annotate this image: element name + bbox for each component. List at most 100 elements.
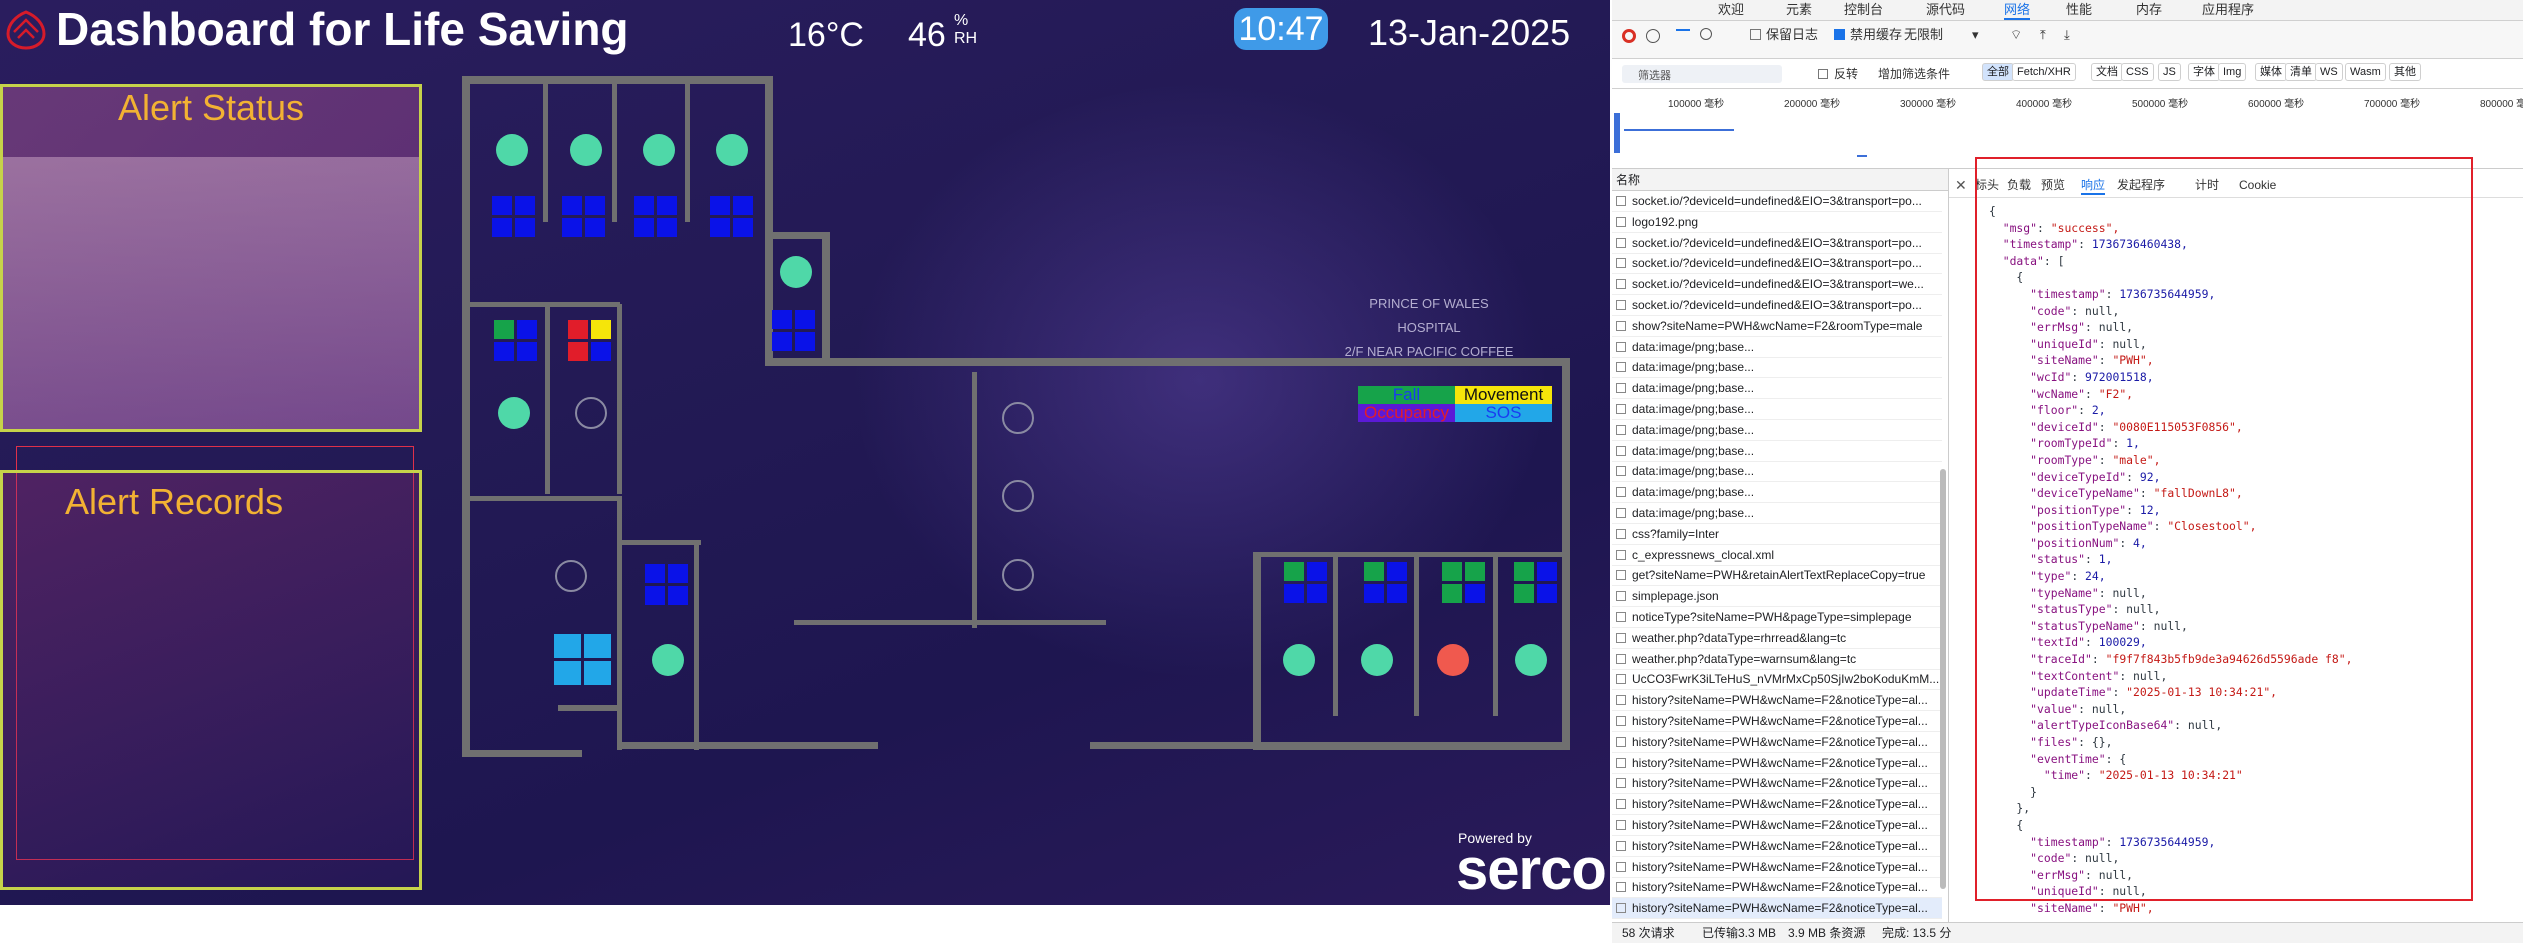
request-row[interactable]: history?siteName=PWH&wcName=F2&noticeTyp…	[1612, 732, 1942, 753]
stall-status-ok[interactable]	[780, 256, 812, 288]
stall-status-inactive[interactable]	[555, 560, 587, 592]
filter-type-6[interactable]: Img	[2218, 63, 2247, 81]
devtools-tab[interactable]: 源代码	[1926, 0, 1965, 20]
stall-status-inactive[interactable]	[1002, 559, 1034, 591]
request-row[interactable]: weather.php?dataType=rhrread&lang=tc	[1612, 628, 1942, 649]
sensor-block[interactable]	[1442, 562, 1486, 604]
devtools-tab[interactable]: 欢迎	[1718, 0, 1744, 20]
sensor-block[interactable]	[1364, 562, 1408, 604]
request-row[interactable]: data:image/png;base...	[1612, 482, 1942, 504]
filter-type-4[interactable]: JS	[2158, 63, 2181, 81]
close-icon[interactable]: ✕	[1955, 177, 1967, 194]
chevron-down-icon[interactable]: ▾	[1972, 25, 1979, 45]
request-row[interactable]: data:image/png;base...	[1612, 503, 1942, 524]
request-row[interactable]: data:image/png;base...	[1612, 420, 1942, 441]
sensor-block[interactable]	[562, 196, 606, 238]
request-row[interactable]: css?family=Inter	[1612, 524, 1942, 545]
invert-checkbox[interactable]	[1818, 69, 1828, 79]
record-icon[interactable]	[1622, 29, 1636, 43]
filter-type-2[interactable]: 文档	[2091, 63, 2123, 81]
filter-type-11[interactable]: 其他	[2389, 63, 2421, 81]
wifi-icon[interactable]: ⌔	[2010, 25, 2022, 45]
request-row[interactable]: history?siteName=PWH&wcName=F2&noticeTyp…	[1612, 836, 1942, 857]
devtools-tab[interactable]: 性能	[2066, 0, 2092, 20]
sensor-block[interactable]	[772, 310, 816, 352]
sensor-block[interactable]	[492, 196, 536, 238]
filter-input[interactable]: 筛选器	[1638, 67, 1671, 83]
request-row[interactable]: UcCO3FwrK3iLTeHuS_nVMrMxCp50SjIw2boKoduK…	[1612, 669, 1942, 691]
sensor-block[interactable]	[634, 196, 678, 238]
devtools-tab[interactable]: 应用程序	[2202, 0, 2254, 20]
stall-status-inactive[interactable]	[1002, 480, 1034, 512]
clear-icon[interactable]	[1646, 29, 1660, 43]
filter-type-7[interactable]: 媒体	[2255, 63, 2287, 81]
stall-status-ok[interactable]	[643, 134, 675, 166]
request-row[interactable]: data:image/png;base...	[1612, 378, 1942, 400]
request-row[interactable]: data:image/png;base...	[1612, 441, 1942, 462]
request-row[interactable]: socket.io/?deviceId=undefined&EIO=3&tran…	[1612, 253, 1942, 275]
sensor-block[interactable]	[494, 320, 538, 362]
request-row[interactable]: history?siteName=PWH&wcName=F2&noticeTyp…	[1612, 857, 1942, 878]
request-row[interactable]: data:image/png;base...	[1612, 399, 1942, 420]
filter-type-1[interactable]: Fetch/XHR	[2012, 63, 2076, 81]
stall-status-ok[interactable]	[652, 644, 684, 676]
request-row[interactable]: data:image/png;base...	[1612, 357, 1942, 379]
sensor-block[interactable]	[710, 196, 754, 238]
stall-status-ok[interactable]	[716, 134, 748, 166]
stall-status-inactive[interactable]	[1002, 402, 1034, 434]
request-row[interactable]: history?siteName=PWH&wcName=F2&noticeTyp…	[1612, 753, 1942, 774]
request-row[interactable]: history?siteName=PWH&wcName=F2&noticeTyp…	[1612, 711, 1942, 732]
request-row[interactable]: socket.io/?deviceId=undefined&EIO=3&tran…	[1612, 295, 1942, 316]
request-row[interactable]: history?siteName=PWH&wcName=F2&noticeTyp…	[1612, 794, 1942, 816]
devtools-tab[interactable]: 内存	[2136, 0, 2162, 20]
request-row[interactable]: weather.php?dataType=warnsum&lang=tc	[1612, 649, 1942, 670]
download-icon[interactable]: ⤓	[2064, 25, 2070, 45]
stall-status-inactive[interactable]	[575, 397, 607, 429]
request-row[interactable]: socket.io/?deviceId=undefined&EIO=3&tran…	[1612, 233, 1942, 254]
scrollbar[interactable]	[1940, 469, 1946, 889]
search-icon[interactable]	[1700, 28, 1712, 40]
request-row[interactable]: data:image/png;base...	[1612, 337, 1942, 358]
filter-type-0[interactable]: 全部	[1982, 63, 2014, 81]
stall-status-ok[interactable]	[1283, 644, 1315, 676]
filter-type-9[interactable]: WS	[2315, 63, 2343, 81]
request-row[interactable]: simplepage.json	[1612, 586, 1942, 608]
devtools-tab[interactable]: 元素	[1786, 0, 1812, 20]
devtools-tab[interactable]: 网络	[2004, 0, 2031, 20]
request-row[interactable]: socket.io/?deviceId=undefined&EIO=3&tran…	[1612, 274, 1942, 296]
request-row[interactable]: history?siteName=PWH&wcName=F2&noticeTyp…	[1612, 690, 1942, 712]
request-row[interactable]: history?siteName=PWH&wcName=F2&noticeTyp…	[1612, 877, 1942, 899]
sensor-block[interactable]	[1284, 562, 1328, 604]
preserve-log-checkbox[interactable]	[1750, 29, 1761, 40]
filter-type-8[interactable]: 清单	[2285, 63, 2317, 81]
stall-status-alert[interactable]	[1437, 644, 1469, 676]
sensor-block[interactable]	[645, 564, 689, 606]
sos-button-block[interactable]	[554, 634, 612, 686]
more-filters-button[interactable]: 增加筛选条件	[1878, 64, 1950, 84]
request-row[interactable]: history?siteName=PWH&wcName=F2&noticeTyp…	[1612, 898, 1942, 920]
request-row[interactable]: noticeType?siteName=PWH&pageType=simplep…	[1612, 607, 1942, 628]
request-row[interactable]: logo192.png	[1612, 212, 1942, 233]
request-row[interactable]: history?siteName=PWH&wcName=F2&noticeTyp…	[1612, 773, 1942, 795]
request-row[interactable]: data:image/png;base...	[1612, 461, 1942, 483]
stall-status-ok[interactable]	[1361, 644, 1393, 676]
upload-icon[interactable]: ⤒	[2040, 25, 2046, 45]
throttle-select[interactable]: 无限制	[1904, 25, 1943, 45]
request-row[interactable]: show?siteName=PWH&wcName=F2&roomType=mal…	[1612, 316, 1942, 337]
name-column-header[interactable]: 名称	[1612, 169, 1948, 191]
filter-type-5[interactable]: 字体	[2188, 63, 2220, 81]
stall-status-ok[interactable]	[496, 134, 528, 166]
filter-type-10[interactable]: Wasm	[2345, 63, 2386, 81]
request-row[interactable]: history?siteName=PWH&wcName=F2&noticeTyp…	[1612, 815, 1942, 836]
filter-icon[interactable]	[1676, 29, 1690, 41]
stall-status-ok[interactable]	[498, 397, 530, 429]
disable-cache-checkbox[interactable]	[1834, 29, 1845, 40]
filter-type-3[interactable]: CSS	[2121, 63, 2154, 81]
devtools-tab[interactable]: 控制台	[1844, 0, 1883, 20]
request-row[interactable]: c_expressnews_clocal.xml	[1612, 545, 1942, 566]
filter-input-box[interactable]: 筛选器	[1622, 65, 1782, 83]
request-row[interactable]: socket.io/?deviceId=undefined&EIO=3&tran…	[1612, 191, 1942, 212]
request-row[interactable]: get?siteName=PWH&retainAlertTextReplaceC…	[1612, 565, 1942, 587]
sensor-block[interactable]	[1514, 562, 1558, 604]
stall-status-ok[interactable]	[570, 134, 602, 166]
